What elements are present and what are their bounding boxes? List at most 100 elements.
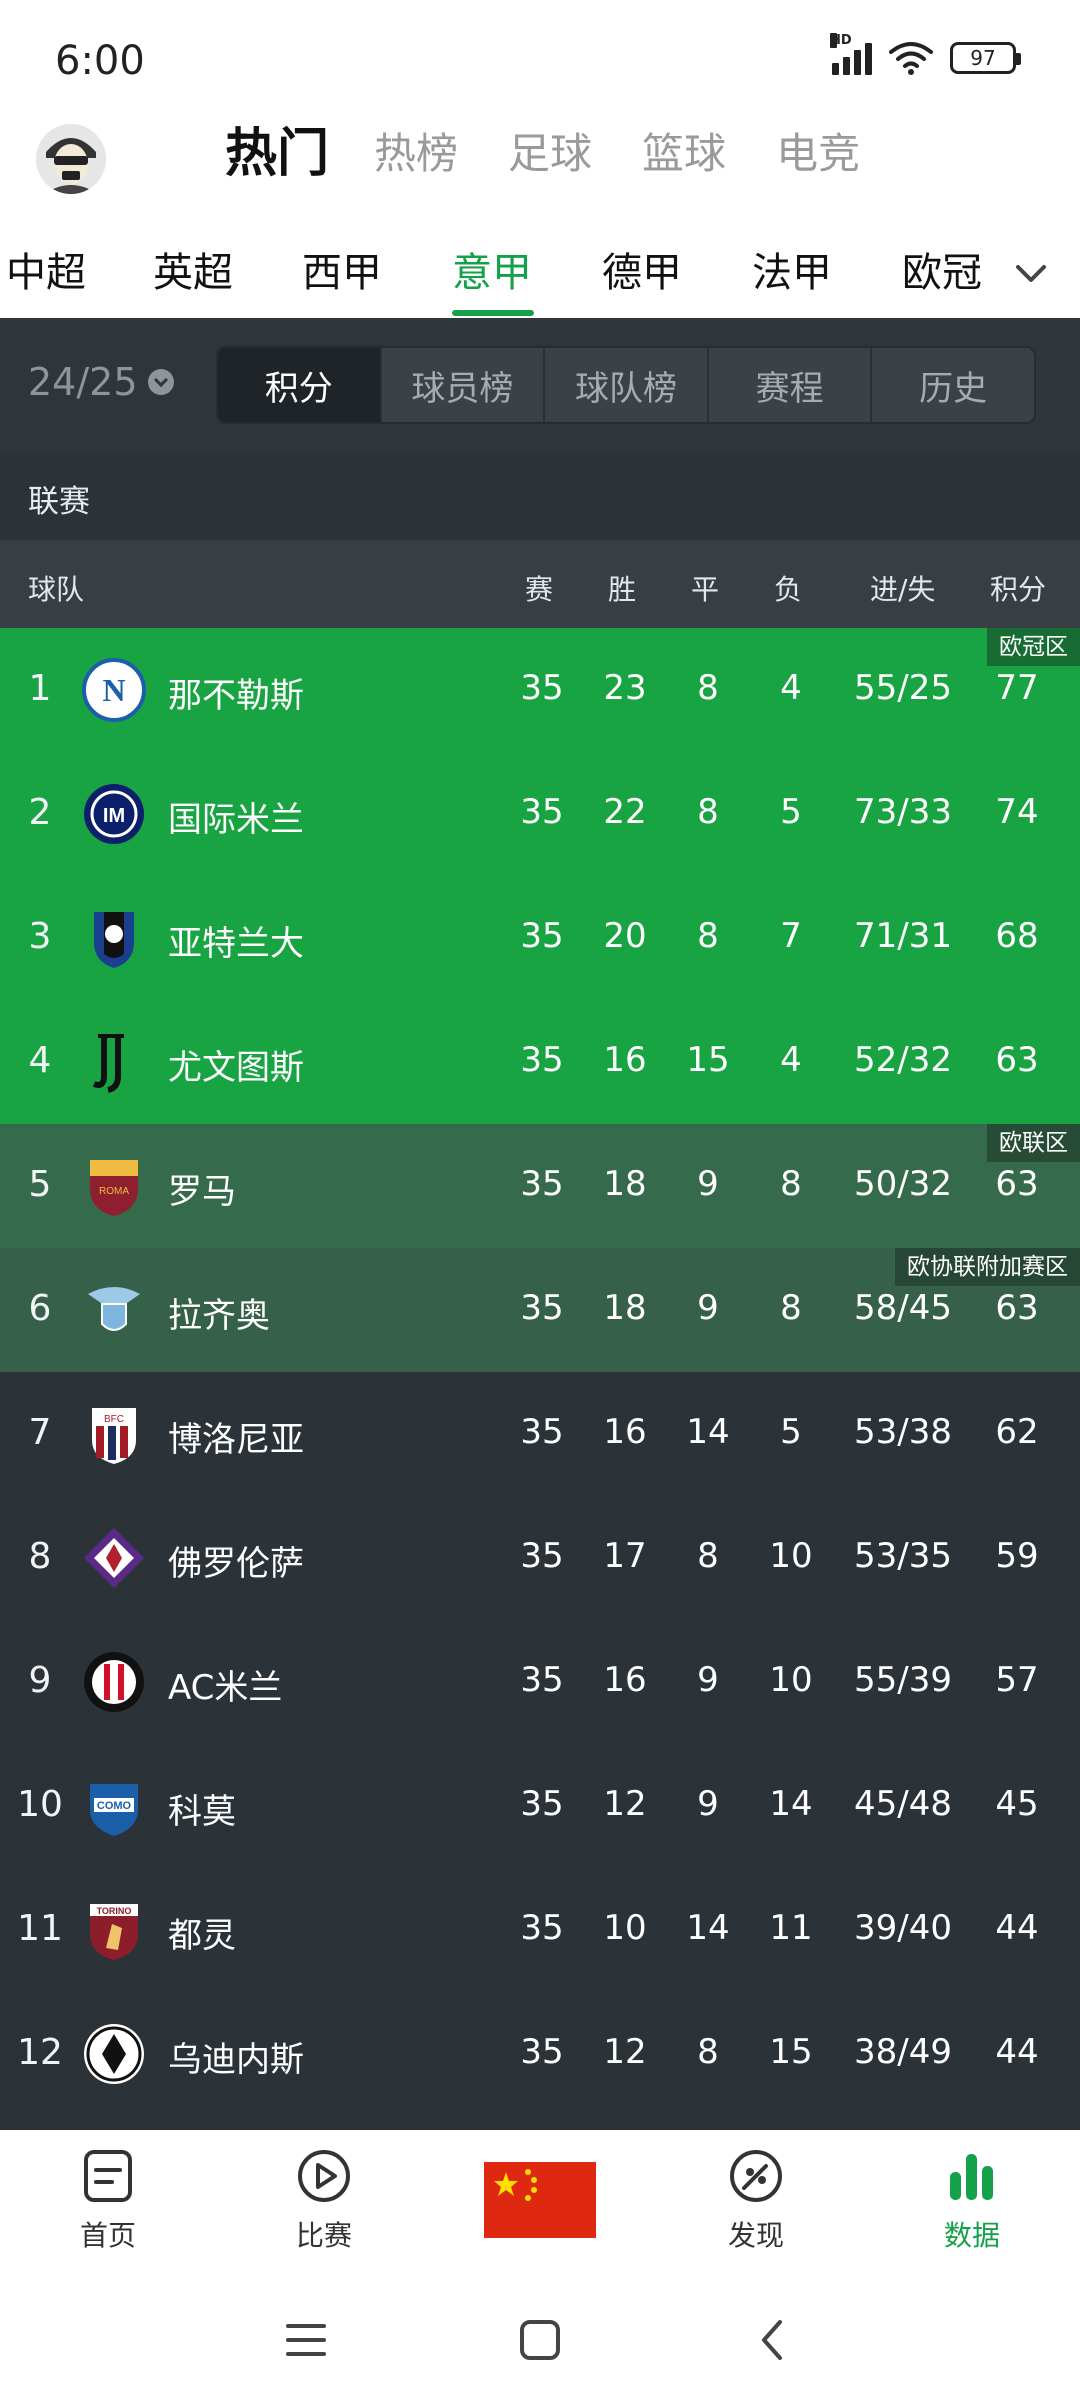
league-tab-ucl[interactable]: 欧冠 — [902, 240, 982, 298]
cell-played: 35 — [520, 1784, 564, 1824]
nav-home[interactable]: 首页 — [38, 2148, 178, 2254]
standings-content: 24/25 积分 球员榜 球队榜 赛程 历史 联赛 球队 赛 胜 平 负 进/失… — [0, 318, 1080, 2130]
nav-match[interactable]: 比赛 — [254, 2148, 394, 2254]
table-row[interactable]: 2 IM 国际米兰 35 22 8 5 73/33 74 — [0, 752, 1080, 876]
cell-points: 68 — [995, 916, 1039, 956]
league-label: 联赛 — [28, 484, 90, 520]
zone-tag: 欧协联附加赛区 — [895, 1248, 1080, 1286]
cell-goals: 73/33 — [854, 792, 952, 832]
segment-teams[interactable]: 球队榜 — [545, 348, 709, 422]
main-tab-basketball[interactable]: 篮球 — [642, 124, 726, 184]
back-icon[interactable] — [744, 2310, 804, 2370]
avatar[interactable] — [36, 124, 106, 194]
cell-loss: 8 — [780, 1164, 802, 1204]
segment-standings[interactable]: 积分 — [218, 348, 382, 422]
season-label: 24/25 — [28, 360, 138, 404]
table-row[interactable]: 12 乌迪内斯 35 12 8 15 38/49 44 — [0, 1992, 1080, 2116]
cell-points: 57 — [995, 1660, 1039, 1700]
season-selector[interactable]: 24/25 — [28, 360, 174, 404]
table-row[interactable]: 5 ROMA 罗马 35 18 9 8 50/32 63 欧联区 — [0, 1124, 1080, 1248]
udinese-logo-icon — [84, 2024, 144, 2084]
nav-data-label: 数据 — [943, 2219, 1000, 2252]
cell-played: 35 — [520, 792, 564, 832]
header-team: 球队 — [28, 573, 85, 606]
league-tab-bundesliga[interactable]: 德甲 — [602, 240, 682, 298]
league-tab-epl[interactable]: 英超 — [153, 240, 233, 298]
cell-points: 63 — [995, 1288, 1039, 1328]
segment-schedule[interactable]: 赛程 — [709, 348, 873, 422]
cell-loss: 15 — [769, 2032, 813, 2072]
team-name: 尤文图斯 — [168, 1048, 304, 1088]
table-row[interactable]: 3 亚特兰大 35 20 8 7 71/31 68 — [0, 876, 1080, 1000]
header-points: 积分 — [990, 573, 1047, 606]
team-rank: 8 — [28, 1536, 52, 1577]
discover-icon — [730, 2150, 782, 2202]
cell-goals: 45/48 — [854, 1784, 952, 1824]
cell-loss: 7 — [780, 916, 802, 956]
league-tab-ligue1[interactable]: 法甲 — [752, 240, 832, 298]
chevron-down-icon[interactable] — [1008, 250, 1054, 296]
cell-goals: 50/32 — [854, 1164, 952, 1204]
team-rank: 7 — [28, 1412, 52, 1453]
team-name: 拉齐奥 — [168, 1296, 270, 1336]
cell-played: 35 — [520, 2032, 564, 2072]
cell-goals: 53/35 — [854, 1536, 952, 1576]
team-rank: 1 — [28, 668, 52, 709]
table-row[interactable]: 4 尤文图斯 35 16 15 4 52/32 63 — [0, 1000, 1080, 1124]
main-tab-trending[interactable]: 热榜 — [374, 124, 458, 184]
table-row[interactable]: 8 佛罗伦萨 35 17 8 10 53/35 59 — [0, 1496, 1080, 1620]
bologna-logo-icon: BFC — [92, 1408, 136, 1464]
table-row[interactable]: 1 N 那不勒斯 35 23 8 4 55/25 77 欧冠区 — [0, 628, 1080, 752]
cell-draw: 8 — [697, 792, 719, 832]
cell-points: 63 — [995, 1040, 1039, 1080]
home-icon — [84, 2150, 132, 2202]
cell-loss: 14 — [769, 1784, 813, 1824]
table-row[interactable]: 10 COMO 科莫 35 12 9 14 45/48 45 — [0, 1744, 1080, 1868]
cell-draw: 8 — [697, 1536, 719, 1576]
table-row[interactable]: 7 BFC 博洛尼亚 35 16 14 5 53/38 62 — [0, 1372, 1080, 1496]
cell-win: 22 — [603, 792, 647, 832]
table-row[interactable]: 9 AC米兰 35 16 9 10 55/39 57 — [0, 1620, 1080, 1744]
milan-logo-icon — [84, 1652, 144, 1712]
cell-played: 35 — [520, 1908, 564, 1948]
league-tab-csl[interactable]: 中超 — [6, 240, 86, 298]
team-rank: 5 — [28, 1164, 52, 1205]
cell-goals: 55/25 — [854, 668, 952, 708]
cell-win: 17 — [603, 1536, 647, 1576]
svg-text:N: N — [102, 672, 125, 708]
nav-data[interactable]: 数据 — [902, 2148, 1042, 2254]
china-flag-icon[interactable] — [484, 2162, 596, 2238]
team-rank: 6 — [28, 1288, 52, 1329]
segment-history[interactable]: 历史 — [872, 348, 1034, 422]
table-row[interactable]: 6 拉齐奥 35 18 9 8 58/45 63 欧协联附加赛区 — [0, 1248, 1080, 1372]
league-tab-seriea[interactable]: 意甲 — [452, 240, 532, 298]
league-section-header: 联赛 — [0, 452, 1080, 540]
lazio-logo-icon — [88, 1287, 140, 1331]
team-rank: 10 — [17, 1784, 63, 1825]
league-tab-laliga[interactable]: 西甲 — [302, 240, 382, 298]
cell-points: 45 — [995, 1784, 1039, 1824]
cell-played: 35 — [520, 668, 564, 708]
menu-icon[interactable] — [276, 2310, 336, 2370]
header-loss: 负 — [774, 573, 803, 606]
cell-played: 35 — [520, 916, 564, 956]
cell-loss: 5 — [780, 1412, 802, 1452]
cell-goals: 71/31 — [854, 916, 952, 956]
napoli-logo-icon: N — [82, 658, 146, 722]
team-name: 罗马 — [168, 1172, 236, 1212]
cell-draw: 14 — [686, 1908, 730, 1948]
segment-players[interactable]: 球员榜 — [382, 348, 546, 422]
nav-discover[interactable]: 发现 — [686, 2148, 826, 2254]
cell-loss: 4 — [780, 1040, 802, 1080]
cell-goals: 55/39 — [854, 1660, 952, 1700]
cell-draw: 9 — [697, 1784, 719, 1824]
table-row[interactable]: 11 TORINO 都灵 35 10 14 11 39/40 44 — [0, 1868, 1080, 1992]
main-tab-football[interactable]: 足球 — [508, 124, 592, 184]
main-tab-hot[interactable]: 热门 — [225, 124, 329, 184]
team-name: 那不勒斯 — [168, 676, 304, 716]
main-tab-esports[interactable]: 电竞 — [776, 124, 860, 184]
home-square-icon[interactable] — [510, 2310, 570, 2370]
team-name: 佛罗伦萨 — [168, 1544, 304, 1584]
cell-points: 59 — [995, 1536, 1039, 1576]
status-bar: 6:00 HD 97 — [0, 0, 1080, 110]
